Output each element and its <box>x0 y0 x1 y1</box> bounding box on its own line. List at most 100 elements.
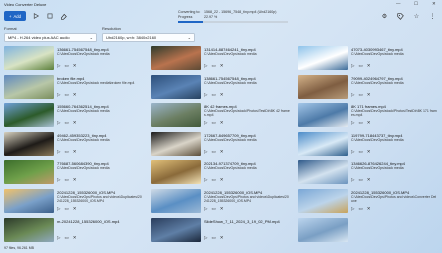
delete-icon[interactable]: ✕ <box>73 63 77 68</box>
close-button[interactable]: ✕ <box>432 1 436 6</box>
folder-icon[interactable]: ▭ <box>64 120 68 125</box>
folder-icon[interactable]: ▭ <box>64 63 68 68</box>
play-icon[interactable]: ▷ <box>351 149 354 154</box>
play-icon[interactable]: ▷ <box>204 120 207 125</box>
delete-icon[interactable]: ✕ <box>367 149 371 154</box>
play-icon[interactable]: ▷ <box>57 92 60 97</box>
folder-icon[interactable]: ▭ <box>211 206 215 211</box>
file-card[interactable]: broken file.mp4 C:\AlexDocs\DevOps\stock … <box>0 74 145 102</box>
delete-icon[interactable]: ✕ <box>73 177 77 182</box>
delete-icon[interactable]: ✕ <box>220 63 224 68</box>
file-card[interactable]: 49462-459353223_tiny.mp4 C:\AlexDocs\DevO… <box>0 131 145 159</box>
delete-icon[interactable]: ✕ <box>367 92 371 97</box>
file-card[interactable]: 79099-4024964797_tiny.mp4 C:\AlexDocs\Dev… <box>294 74 439 102</box>
play-icon[interactable]: ▷ <box>351 92 354 97</box>
folder-icon[interactable]: ▭ <box>211 92 215 97</box>
tag-icon[interactable] <box>396 12 405 21</box>
folder-icon[interactable]: ▭ <box>64 206 68 211</box>
maximize-button[interactable]: ☐ <box>414 1 418 6</box>
file-path: C:\AlexDocs\DevOps\Photos and videos\Con… <box>351 195 437 204</box>
play-icon[interactable] <box>31 11 40 21</box>
card-actions: ▷ ▭ ✕ <box>351 92 371 97</box>
file-card[interactable]: 47073-4030993467_tiny.mp4 C:\AlexDocs\Dev… <box>294 45 439 73</box>
folder-icon[interactable]: ▭ <box>64 149 68 154</box>
file-card[interactable]: 8K 171 frames.mp4 C:\AlexDocs\DevOps\stoc… <box>294 102 439 130</box>
gear-icon[interactable]: ⚙ <box>380 12 389 21</box>
delete-icon[interactable]: ✕ <box>220 92 224 97</box>
file-card[interactable]: 136661-754567548_tiny.mp4 C:\AlexDocs\Dev… <box>0 45 145 73</box>
play-icon[interactable]: ▷ <box>351 177 354 182</box>
play-icon[interactable]: ▷ <box>204 206 207 211</box>
file-card[interactable]: m-20241228_155326000_iOS.mp4 ▷ ▭ ✕ <box>0 217 145 245</box>
file-card[interactable]: 172667-849657709_tiny.mp4 C:\AlexDocs\Dev… <box>147 131 292 159</box>
folder-icon[interactable]: ▭ <box>64 92 68 97</box>
card-actions: ▷ ▭ ✕ <box>57 177 77 182</box>
folder-icon[interactable]: ▭ <box>358 63 362 68</box>
delete-icon[interactable]: ✕ <box>73 149 77 154</box>
file-card[interactable]: 131414-887464241_tiny.mp4 C:\AlexDocs\Dev… <box>147 45 292 73</box>
play-icon[interactable]: ▷ <box>57 177 60 182</box>
format-select[interactable]: MP4 - H.264 video plus AAC audio ⌄ <box>4 33 97 42</box>
file-card[interactable]: 20241228_155326000_iOS.MP4 C:\AlexDocs\De… <box>0 188 145 216</box>
file-card[interactable]: 20241228_155326000_iOS.MP4 C:\AlexDocs\De… <box>294 188 439 216</box>
folder-icon[interactable]: ▭ <box>358 177 362 182</box>
folder-icon[interactable]: ▭ <box>358 149 362 154</box>
folder-icon[interactable]: ▭ <box>64 235 68 240</box>
file-card[interactable]: 138661-754567548_tiny.mp4 C:\AlexDocs\Dev… <box>147 74 292 102</box>
folder-icon[interactable]: ▭ <box>358 120 362 125</box>
card-actions: ▷ ▭ ✕ <box>204 92 224 97</box>
file-card[interactable]: 202134-971374709_tiny.mp4 C:\AlexDocs\Dev… <box>147 159 292 187</box>
file-path: C:\AlexDocs\DevOps\stock media\broken fi… <box>57 80 135 85</box>
folder-icon[interactable]: ▭ <box>358 206 362 211</box>
file-card[interactable]: 1346626-876426244_tiny.mp4 C:\AlexDocs\De… <box>294 159 439 187</box>
play-icon[interactable]: ▷ <box>351 120 354 125</box>
delete-icon[interactable]: ✕ <box>73 120 77 125</box>
delete-icon[interactable]: ✕ <box>367 177 371 182</box>
file-card[interactable]: 8K 42 frames.mp4 C:\AlexDocs\DevOps\stock… <box>147 102 292 130</box>
folder-icon[interactable]: ▭ <box>211 235 215 240</box>
delete-icon[interactable]: ✕ <box>73 206 77 211</box>
folder-icon[interactable]: ▭ <box>211 149 215 154</box>
file-card[interactable]: 155660-764362514_tiny.mp4 C:\AlexDocs\Dev… <box>0 102 145 130</box>
stop-icon[interactable] <box>45 11 54 21</box>
delete-icon[interactable]: ✕ <box>367 120 371 125</box>
play-icon[interactable]: ▷ <box>57 120 60 125</box>
folder-icon[interactable]: ▭ <box>64 177 68 182</box>
play-icon[interactable]: ▷ <box>57 63 60 68</box>
delete-icon[interactable]: ✕ <box>367 206 371 211</box>
delete-icon[interactable]: ✕ <box>220 120 224 125</box>
play-icon[interactable]: ▷ <box>351 63 354 68</box>
file-card[interactable]: 776687-560684390_tiny.mp4 C:\AlexDocs\Dev… <box>0 159 145 187</box>
star-icon[interactable]: ☆ <box>412 12 421 21</box>
resolution-select[interactable]: Uhd2160p, w×h: 3840x2160 ⌄ <box>102 33 195 42</box>
play-icon[interactable]: ▷ <box>204 149 207 154</box>
play-icon[interactable]: ▷ <box>57 149 60 154</box>
file-card[interactable]: SlideShow_7_11_2024_3_19_02_PM.mp4 ▷ ▭ ✕ <box>147 217 292 245</box>
delete-icon[interactable]: ✕ <box>367 63 371 68</box>
add-button[interactable]: + Add <box>4 11 26 21</box>
file-card[interactable]: 20241228_155326000_iOS.MP4 C:\AlexDocs\De… <box>147 188 292 216</box>
eraser-icon[interactable] <box>59 11 68 21</box>
delete-icon[interactable]: ✕ <box>220 235 224 240</box>
play-icon[interactable]: ▷ <box>204 177 207 182</box>
minimize-button[interactable]: — <box>396 1 401 6</box>
folder-icon[interactable]: ▭ <box>211 63 215 68</box>
delete-icon[interactable]: ✕ <box>73 92 77 97</box>
delete-icon[interactable]: ✕ <box>73 235 77 240</box>
play-icon[interactable]: ▷ <box>351 206 354 211</box>
delete-icon[interactable]: ✕ <box>220 149 224 154</box>
play-icon[interactable]: ▷ <box>57 206 60 211</box>
file-card[interactable]: 119799-718443737_tiny.mp4 C:\AlexDocs\Dev… <box>294 131 439 159</box>
play-icon[interactable]: ▷ <box>204 92 207 97</box>
more-icon[interactable]: ⋮ <box>428 12 437 21</box>
folder-icon[interactable]: ▭ <box>211 120 215 125</box>
delete-icon[interactable]: ✕ <box>220 177 224 182</box>
folder-icon[interactable]: ▭ <box>358 92 362 97</box>
folder-icon[interactable]: ▭ <box>211 177 215 182</box>
file-card[interactable] <box>294 217 439 245</box>
video-thumbnail <box>4 131 54 156</box>
play-icon[interactable]: ▷ <box>204 63 207 68</box>
delete-icon[interactable]: ✕ <box>220 206 224 211</box>
play-icon[interactable]: ▷ <box>57 235 60 240</box>
play-icon[interactable]: ▷ <box>204 235 207 240</box>
